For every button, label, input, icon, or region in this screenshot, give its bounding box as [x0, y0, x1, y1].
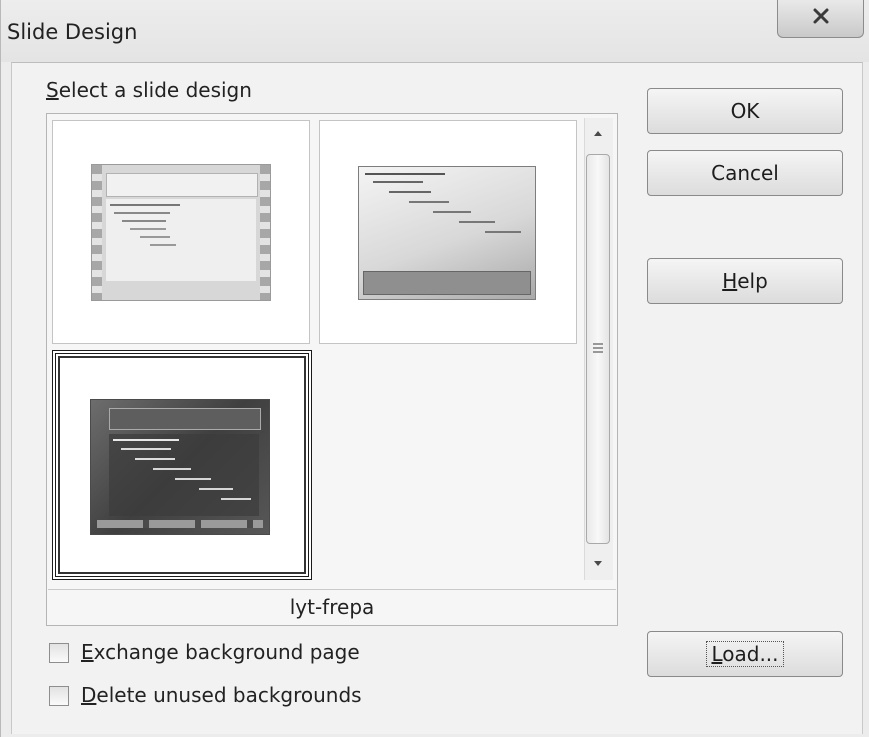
slide-design-dialog: Slide Design Select a slide design lyt-f… [0, 0, 869, 737]
thumbnail-1-body-area [106, 199, 256, 281]
design-thumbnail-1[interactable] [52, 120, 310, 344]
select-design-label: Select a slide design [46, 78, 252, 102]
exchange-background-checkbox[interactable] [49, 643, 69, 663]
thumbnail-3-preview [90, 399, 270, 535]
grip-icon [593, 343, 603, 353]
delete-unused-checkbox[interactable] [49, 686, 69, 706]
help-button[interactable]: Help [647, 258, 843, 304]
dialog-title: Slide Design [7, 20, 138, 44]
design-thumbnail-2[interactable] [319, 120, 577, 344]
thumbnail-2-title-area [363, 271, 531, 295]
selected-design-name: lyt-frepa [48, 589, 616, 624]
delete-unused-label: Delete unused backgrounds [81, 683, 362, 707]
load-button-label: Load... [706, 641, 784, 667]
exchange-background-label: Exchange background page [81, 640, 360, 664]
thumbnail-3-title-area [109, 408, 261, 430]
scroll-down-button[interactable] [586, 550, 610, 578]
thumbnail-1-title-area [106, 173, 258, 197]
thumbnail-3-body-area [109, 434, 259, 516]
chevron-up-icon [594, 131, 602, 136]
close-icon [813, 8, 829, 24]
help-button-label: Help [722, 269, 768, 293]
scroll-thumb[interactable] [586, 154, 610, 544]
cancel-button[interactable]: Cancel [647, 150, 843, 196]
load-button[interactable]: Load... [647, 631, 843, 677]
scroll-up-button[interactable] [586, 120, 610, 146]
close-button[interactable] [777, 0, 864, 38]
design-thumbnail-3[interactable] [52, 350, 312, 580]
thumbnail-1-preview [91, 164, 271, 301]
title-bar: Slide Design [1, 0, 869, 62]
chevron-down-icon [594, 561, 602, 566]
thumbnail-2-preview [358, 166, 536, 300]
ok-button[interactable]: OK [647, 88, 843, 134]
